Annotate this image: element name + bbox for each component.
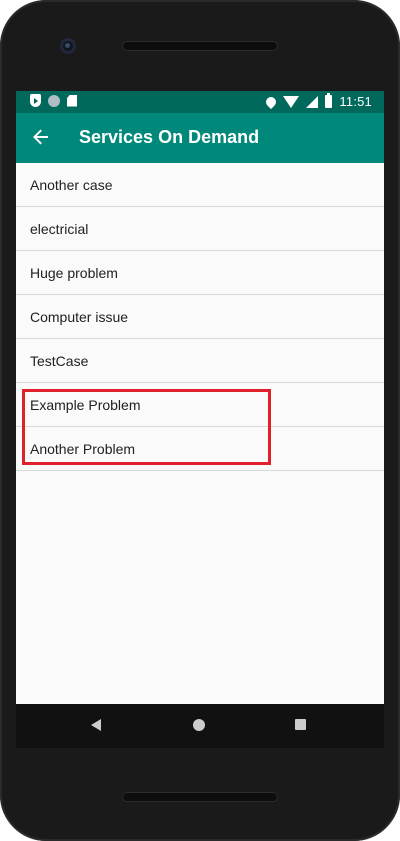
location-icon [264,94,279,110]
arrow-back-icon [33,129,48,145]
circle-icon [48,94,60,107]
list-item-label: Example Problem [30,396,141,413]
list-item[interactable]: electricial [16,207,384,251]
list-item[interactable]: Another Problem [16,427,384,471]
signal-icon [306,95,319,108]
navigation-bar [16,704,384,748]
top-speaker [122,41,278,51]
nav-home-icon[interactable] [193,719,205,731]
list-item[interactable]: TestCase [16,339,384,383]
status-bar: 11:51 [16,91,384,113]
screen: 11:51 Services On Demand Another case el… [16,91,384,704]
status-left-icons [30,94,77,107]
back-button[interactable] [26,122,56,152]
list-item-label: Another Problem [30,440,136,457]
bottom-speaker [122,792,278,802]
list-item-label: Computer issue [30,308,129,325]
status-time: 11:51 [339,94,372,109]
list-item[interactable]: Computer issue [16,295,384,339]
list-item-label: Another case [30,176,113,193]
list-item-label: TestCase [30,352,89,369]
list-item-label: Huge problem [30,264,118,281]
status-right-icons: 11:51 [264,93,372,110]
camera-icon [60,38,76,54]
nav-recents-icon[interactable] [295,719,306,730]
nav-back-icon[interactable] [91,719,101,731]
shield-icon [30,94,41,107]
list-item[interactable]: Huge problem [16,251,384,295]
list-item-label: electricial [30,220,89,237]
services-list: Another case electricial Huge problem Co… [16,163,384,471]
page-title: Services On Demand [79,127,260,147]
wifi-icon [283,95,300,108]
phone-frame: 11:51 Services On Demand Another case el… [0,0,400,841]
app-bar: Services On Demand [16,113,384,163]
battery-icon [325,93,333,108]
list-item[interactable]: Example Problem [16,383,384,427]
sd-card-icon [67,94,77,107]
list-item[interactable]: Another case [16,163,384,207]
